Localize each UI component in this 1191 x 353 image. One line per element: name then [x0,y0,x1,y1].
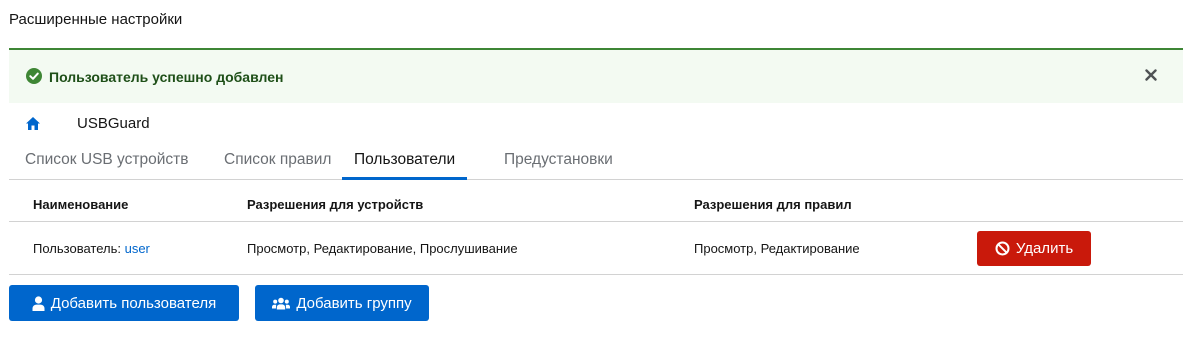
add-user-label: Добавить пользователя [50,294,217,312]
user-name-cell: Пользователь: user [33,241,150,256]
tab-users[interactable]: Пользователи [342,142,468,180]
column-header-device-permissions: Разрешения для устройств [247,197,424,212]
tab-bar: Список USB устройств Список правил Польз… [9,142,1183,180]
tab-usb-devices[interactable]: Список USB устройств [25,142,188,179]
ban-icon [995,241,1010,256]
tab-presets[interactable]: Предустановки [504,142,613,179]
device-permissions-cell: Просмотр, Редактирование, Прослушивание [247,241,518,256]
rule-permissions-cell: Просмотр, Редактирование [694,241,860,256]
check-circle-icon [26,68,42,84]
home-icon[interactable] [25,116,41,131]
column-header-rule-permissions: Разрешения для правил [694,197,852,212]
table-bottom-divider [9,274,1183,275]
delete-button[interactable]: Удалить [977,231,1091,266]
close-icon[interactable] [1145,69,1157,81]
delete-button-label: Удалить [1015,240,1074,257]
breadcrumb: USBGuard [25,114,150,132]
add-group-button[interactable]: Добавить группу [255,285,429,321]
user-name-prefix: Пользователь: [33,241,125,256]
add-group-label: Добавить группу [296,294,412,312]
tab-rules[interactable]: Список правил [224,142,331,179]
users-icon [272,297,291,310]
table-header-divider [9,221,1183,222]
success-alert: Пользователь успешно добавлен [9,48,1183,103]
add-user-button[interactable]: Добавить пользователя [9,285,239,321]
user-link[interactable]: user [125,241,150,256]
alert-message: Пользователь успешно добавлен [49,69,284,85]
user-icon [32,295,45,311]
breadcrumb-app-name: USBGuard [77,115,150,132]
column-header-name: Наименование [33,197,129,212]
page-title: Расширенные настройки [9,11,183,28]
